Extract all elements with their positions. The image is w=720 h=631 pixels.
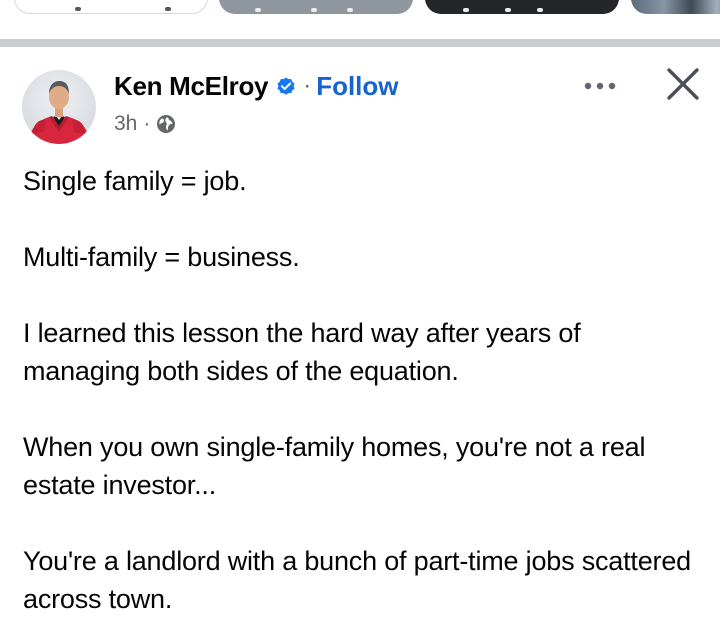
follow-separator: · [303, 72, 312, 99]
post-paragraph: You're a landlord with a bunch of part-t… [23, 546, 691, 614]
chip-text-fragment [75, 7, 81, 11]
close-icon[interactable] [663, 64, 703, 104]
chip-text-fragment [347, 8, 353, 12]
post-body: Single family = job. Multi-family = busi… [23, 162, 703, 631]
chip-text-fragment [311, 8, 317, 12]
chip-text-fragment [255, 8, 261, 12]
post-paragraph: I learned this lesson the hard way after… [23, 318, 581, 386]
filter-chip-1[interactable] [14, 0, 208, 14]
globe-icon[interactable] [156, 114, 176, 134]
person-avatar-icon [28, 81, 90, 144]
author-name[interactable]: Ken McElroy [114, 71, 268, 102]
verified-badge-icon [277, 77, 295, 95]
meta-separator: · [143, 112, 151, 135]
post-timestamp[interactable]: 3h [114, 112, 137, 136]
follow-button[interactable]: Follow [316, 71, 398, 102]
filter-chip-4[interactable] [631, 0, 720, 14]
more-horizontal-icon[interactable] [580, 70, 620, 102]
filter-chip-3[interactable] [425, 0, 619, 14]
filter-chip-2[interactable] [219, 0, 413, 14]
chip-text-fragment [463, 8, 469, 12]
chip-text-fragment [537, 8, 543, 12]
post-paragraph: When you own single-family homes, you're… [23, 432, 646, 500]
top-chip-strip [0, 0, 720, 40]
post-paragraph: Single family = job. [23, 166, 247, 196]
post-paragraph: Multi-family = business. [23, 242, 300, 272]
chip-text-fragment [505, 8, 511, 12]
post-author-line: Ken McElroy · Follow [114, 68, 399, 104]
post-page: Ken McElroy · Follow 3h · Single family … [0, 0, 720, 631]
feed-separator [0, 39, 720, 47]
post-meta-line: 3h · [114, 110, 176, 138]
chip-text-fragment [165, 7, 171, 11]
avatar[interactable] [22, 70, 96, 144]
